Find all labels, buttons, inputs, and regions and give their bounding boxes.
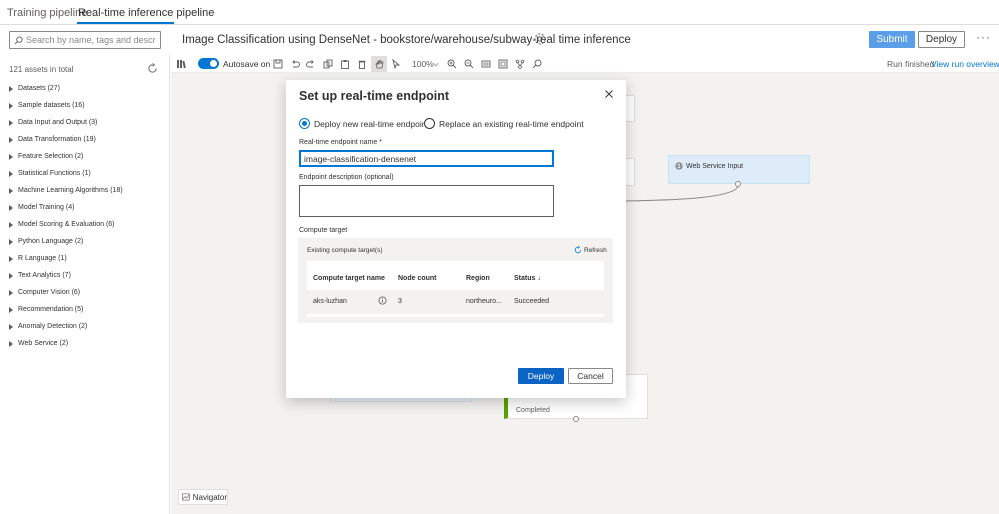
refresh-label: Refresh — [584, 246, 607, 254]
compute-target-name: aks-luzhan — [313, 298, 347, 305]
zoom-out-icon[interactable] — [464, 59, 474, 69]
status: Succeeded — [514, 298, 550, 305]
zoom-level[interactable]: 100% — [412, 59, 434, 69]
column-header[interactable]: Status ↓ — [514, 275, 541, 282]
zoom-in-icon[interactable] — [447, 59, 457, 69]
hand-icon[interactable] — [374, 59, 384, 69]
deploy-button[interactable]: Deploy — [518, 368, 564, 384]
web-service-input-node[interactable]: Web Service Input — [668, 155, 810, 184]
real-time-endpoint-dialog: Set up real-time endpoint Deploy new rea… — [286, 80, 626, 398]
cancel-button[interactable]: Cancel — [568, 368, 613, 384]
endpoint-name-input[interactable] — [299, 150, 554, 167]
copy-icon[interactable] — [323, 59, 333, 69]
radio-deploy-new[interactable]: Deploy new real-time endpoint — [299, 118, 429, 129]
undo-icon[interactable] — [290, 59, 300, 69]
region: northeuro... — [466, 298, 502, 305]
radio-button[interactable] — [424, 118, 435, 129]
redo-icon[interactable] — [306, 59, 316, 69]
paste-icon[interactable] — [340, 59, 350, 69]
autosave-label: Autosave on — [223, 59, 271, 69]
autosave-toggle[interactable] — [198, 58, 219, 69]
radio-button-selected[interactable] — [299, 118, 310, 129]
endpoint-description-input[interactable] — [299, 185, 554, 217]
library-icon[interactable] — [176, 59, 186, 69]
column-header[interactable]: Compute target name — [313, 275, 385, 282]
column-header[interactable]: Node count — [398, 275, 437, 282]
info-icon[interactable] — [378, 296, 387, 305]
pipeline-node[interactable] — [625, 158, 635, 186]
radio-label: Replace an existing real-time endpoint — [439, 118, 584, 129]
chevron-down-icon[interactable] — [433, 62, 439, 67]
output-port[interactable] — [735, 181, 741, 187]
navigator-button[interactable]: Navigator — [178, 489, 228, 505]
existing-compute-targets-label: Existing compute target(s) — [307, 247, 383, 254]
column-header[interactable]: Region — [466, 275, 490, 282]
actual-size-icon[interactable] — [498, 59, 508, 69]
refresh-icon — [574, 246, 582, 254]
output-port[interactable] — [573, 416, 579, 422]
pointer-icon[interactable] — [391, 59, 401, 69]
compute-target-section: Existing compute target(s) Refresh Compu… — [298, 238, 613, 323]
delete-icon[interactable] — [357, 59, 367, 69]
navigator-icon — [182, 493, 190, 501]
save-icon[interactable] — [273, 59, 283, 69]
close-icon[interactable] — [604, 89, 614, 99]
node-label: Web Service Input — [686, 163, 744, 170]
radio-label: Deploy new real-time endpoint — [314, 118, 429, 129]
dialog-title: Set up real-time endpoint — [299, 89, 450, 103]
refresh-button[interactable]: Refresh — [574, 246, 607, 254]
navigator-label: Navigator — [192, 492, 227, 502]
compute-target-table: Compute target name Node count Region St… — [307, 261, 604, 317]
endpoint-name-label: Real-time endpoint name * — [299, 139, 382, 146]
node-status: Completed — [516, 407, 550, 414]
search-canvas-icon[interactable] — [532, 59, 542, 69]
globe-icon — [675, 162, 683, 170]
view-run-overview-link[interactable]: View run overview — [931, 59, 999, 69]
radio-replace-existing[interactable]: Replace an existing real-time endpoint — [424, 118, 584, 129]
node-count: 3 — [398, 298, 402, 305]
endpoint-description-label: Endpoint description (optional) — [299, 174, 394, 181]
table-row[interactable] — [307, 290, 604, 314]
auto-layout-icon[interactable] — [515, 59, 525, 69]
fit-to-screen-icon[interactable] — [481, 59, 491, 69]
run-status: Run finished — [887, 59, 935, 69]
compute-target-label: Compute target — [299, 227, 348, 234]
pipeline-node[interactable] — [625, 95, 635, 122]
